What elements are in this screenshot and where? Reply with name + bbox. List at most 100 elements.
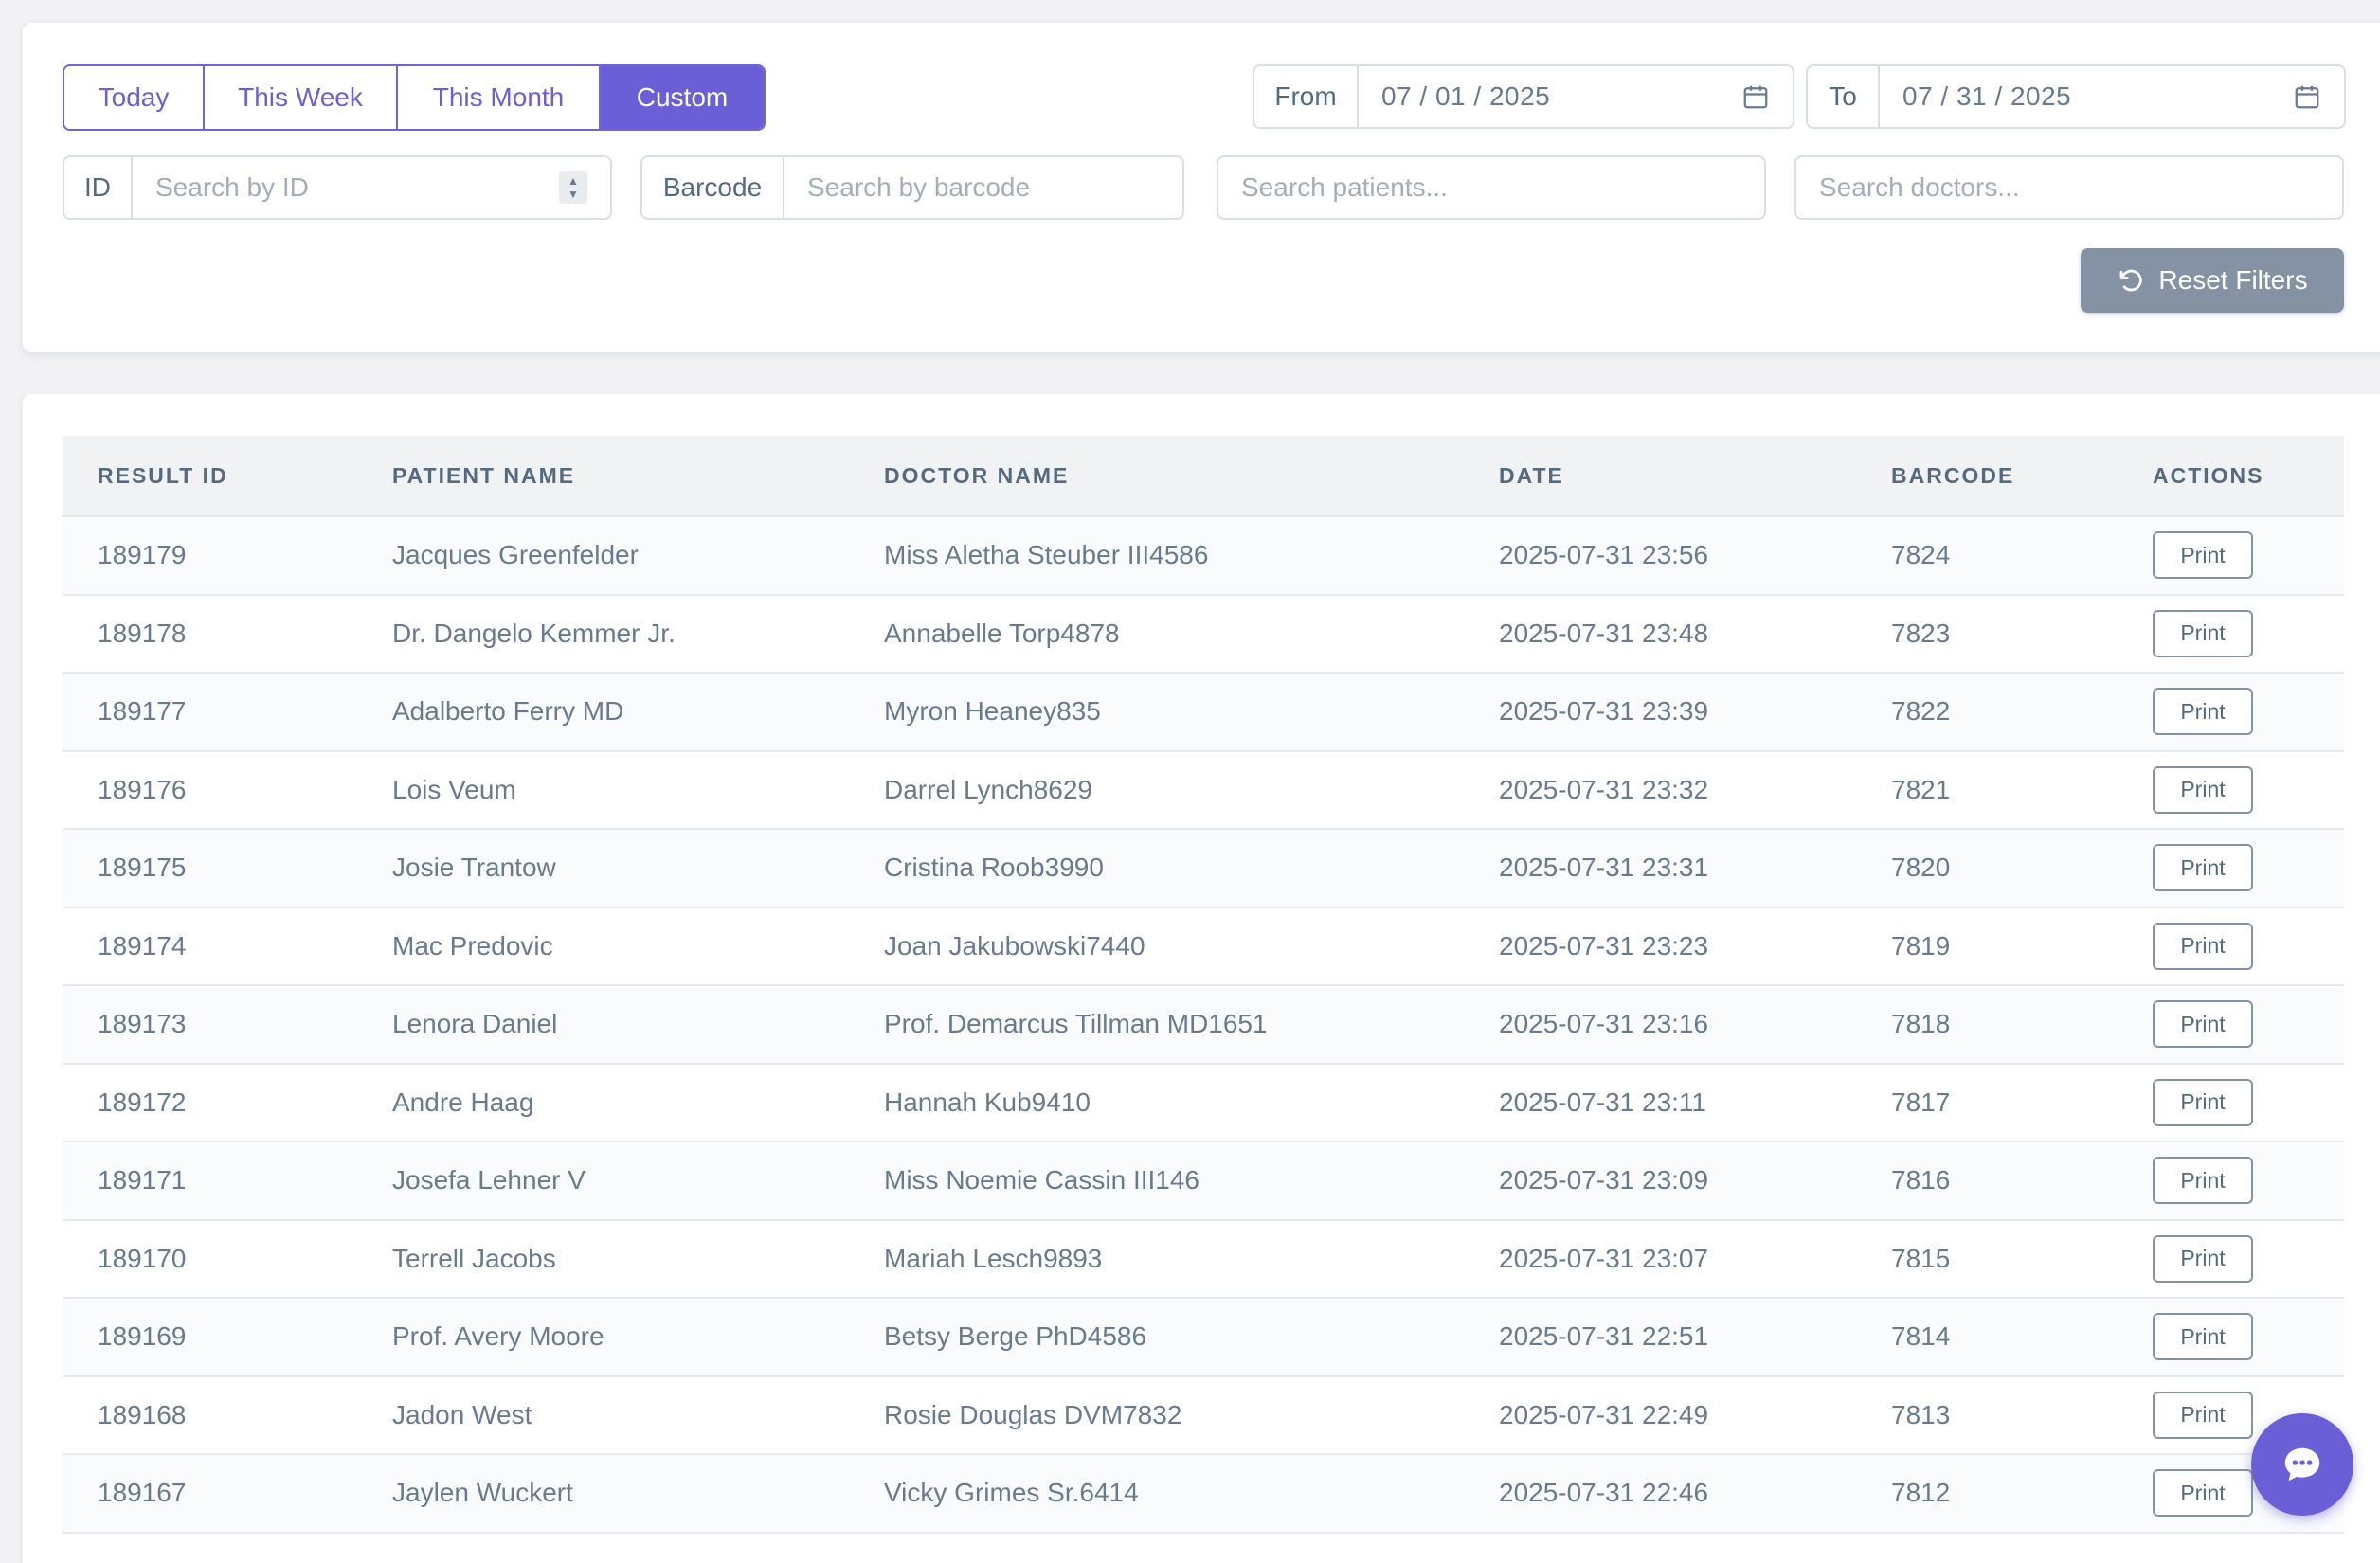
reset-filters-label: Reset Filters (2158, 265, 2308, 295)
print-button[interactable]: Print (2153, 1391, 2253, 1439)
patient-name-cell: Terrell Jacobs (392, 1243, 556, 1273)
from-label: From (1254, 66, 1359, 127)
from-date-value: 07 / 01 / 2025 (1381, 81, 1551, 111)
doctor-name-cell: Prof. Demarcus Tillman MD1651 (884, 1009, 1268, 1039)
barcode-cell: 7815 (1891, 1243, 1951, 1273)
patients-search-input[interactable]: Search patients... (1218, 157, 1764, 218)
barcode-label: Barcode (642, 157, 784, 218)
doctor-name-cell: Cristina Roob3990 (884, 853, 1104, 883)
table-body: 189179 Jacques Greenfelder Miss Aletha Ste… (63, 517, 2344, 1534)
result-id-cell: 189177 (98, 696, 187, 727)
patient-name-cell: Jaylen Wuckert (392, 1478, 573, 1508)
result-id-cell: 189173 (98, 1009, 187, 1039)
result-id-cell: 189168 (98, 1399, 187, 1429)
custom-button[interactable]: Custom (601, 66, 764, 129)
result-id-cell: 189178 (98, 618, 187, 648)
from-date-group: From 07 / 01 / 2025 (1253, 64, 1794, 129)
date-cell: 2025-07-31 23:07 (1499, 1243, 1709, 1273)
print-button[interactable]: Print (2153, 1234, 2253, 1283)
actions-cell: Print (2153, 1157, 2253, 1205)
spinner-up-icon[interactable]: ▲ (568, 175, 579, 187)
calendar-icon[interactable] (1741, 82, 1770, 111)
doctor-name-cell: Myron Heaney835 (884, 696, 1101, 727)
table-row: 189172 Andre Haag Hannah Kub9410 2025-07-31… (63, 1065, 2344, 1142)
table-row: 189177 Adalberto Ferry MD Myron Heaney835 2… (63, 674, 2344, 752)
id-search-input[interactable]: Search by ID ▲ ▼ (133, 157, 610, 218)
actions-cell: Print (2153, 1078, 2253, 1126)
doctors-search-input[interactable]: Search doctors... (1796, 157, 2342, 218)
table-row: 189175 Josie Trantow Cristina Roob3990 2025… (63, 830, 2344, 908)
actions-cell: Print (2153, 1469, 2253, 1518)
date-cell: 2025-07-31 23:11 (1499, 1087, 1706, 1117)
date-cell: 2025-07-31 23:23 (1499, 930, 1709, 961)
patient-name-cell: Lenora Daniel (392, 1009, 558, 1039)
print-button[interactable]: Print (2153, 765, 2253, 814)
header-patient-name: Patient Name (392, 462, 576, 488)
doctor-name-cell: Betsy Berge PhD4586 (884, 1321, 1147, 1352)
reset-icon (2120, 269, 2143, 292)
header-result-id: Result ID (98, 462, 228, 488)
print-button[interactable]: Print (2153, 1000, 2253, 1049)
barcode-cell: 7816 (1891, 1165, 1951, 1195)
print-button[interactable]: Print (2153, 1313, 2253, 1361)
print-button[interactable]: Print (2153, 1469, 2253, 1518)
patient-name-cell: Mac Predovic (392, 930, 553, 961)
print-button[interactable]: Print (2153, 531, 2253, 580)
actions-cell: Print (2153, 1313, 2253, 1361)
this-month-button[interactable]: This Month (398, 66, 601, 129)
date-cell: 2025-07-31 23:16 (1499, 1009, 1709, 1039)
doctor-name-cell: Darrel Lynch8629 (884, 774, 1092, 804)
date-cell: 2025-07-31 22:49 (1499, 1399, 1709, 1429)
print-button[interactable]: Print (2153, 609, 2253, 657)
barcode-cell: 7820 (1891, 853, 1951, 883)
patient-name-cell: Prof. Avery Moore (392, 1321, 604, 1352)
result-id-cell: 189167 (98, 1478, 187, 1508)
from-date-input[interactable]: 07 / 01 / 2025 (1359, 66, 1793, 127)
this-week-button[interactable]: This Week (205, 66, 398, 129)
table-row: 189179 Jacques Greenfelder Miss Aletha Ste… (63, 517, 2344, 596)
filter-card: Today This Week This Month Custom From 0… (23, 23, 2380, 352)
print-button[interactable]: Print (2153, 1078, 2253, 1126)
header-doctor-name: Doctor Name (884, 462, 1070, 488)
barcode-search-input[interactable]: Search by barcode (784, 157, 1182, 218)
doctor-name-cell: Annabelle Torp4878 (884, 618, 1120, 648)
results-card: Result ID Patient Name Doctor Name Date … (23, 394, 2380, 1563)
print-button[interactable]: Print (2153, 844, 2253, 892)
actions-cell: Print (2153, 1391, 2253, 1439)
patient-name-cell: Lois Veum (392, 774, 516, 804)
actions-cell: Print (2153, 609, 2253, 657)
barcode-cell: 7819 (1891, 930, 1951, 961)
barcode-search-group: Barcode Search by barcode (640, 155, 1184, 220)
result-id-cell: 189176 (98, 774, 187, 804)
chat-button[interactable] (2251, 1413, 2353, 1516)
calendar-icon[interactable] (2293, 82, 2321, 111)
print-button[interactable]: Print (2153, 922, 2253, 970)
table-row: 189173 Lenora Daniel Prof. Demarcus Tillma… (63, 986, 2344, 1065)
today-button[interactable]: Today (64, 66, 205, 129)
patient-name-cell: Dr. Dangelo Kemmer Jr. (392, 618, 676, 648)
number-spinner[interactable]: ▲ ▼ (559, 171, 587, 204)
results-table: Result ID Patient Name Doctor Name Date … (63, 436, 2344, 1534)
date-cell: 2025-07-31 23:48 (1499, 618, 1709, 648)
patient-name-cell: Josie Trantow (392, 853, 556, 883)
table-row: 189167 Jaylen Wuckert Vicky Grimes Sr.6414… (63, 1455, 2344, 1534)
table-row: 189178 Dr. Dangelo Kemmer Jr. Annabelle To… (63, 596, 2344, 674)
to-date-input[interactable]: 07 / 31 / 2025 (1880, 66, 2344, 127)
patients-search-group: Search patients... (1217, 155, 1766, 220)
print-button[interactable]: Print (2153, 1157, 2253, 1205)
id-search-group: ID Search by ID ▲ ▼ (63, 155, 612, 220)
print-button[interactable]: Print (2153, 688, 2253, 736)
table-row: 189169 Prof. Avery Moore Betsy Berge PhD45… (63, 1299, 2344, 1377)
barcode-cell: 7818 (1891, 1009, 1951, 1039)
to-label: To (1808, 66, 1880, 127)
to-date-group: To 07 / 31 / 2025 (1806, 64, 2346, 129)
barcode-cell: 7812 (1891, 1478, 1951, 1508)
barcode-cell: 7813 (1891, 1399, 1951, 1429)
doctor-name-cell: Joan Jakubowski7440 (884, 930, 1145, 961)
reset-filters-button[interactable]: Reset Filters (2081, 248, 2344, 313)
spinner-down-icon[interactable]: ▼ (568, 189, 579, 200)
actions-cell: Print (2153, 922, 2253, 970)
barcode-cell: 7821 (1891, 774, 1951, 804)
actions-cell: Print (2153, 1000, 2253, 1049)
barcode-cell: 7817 (1891, 1087, 1951, 1117)
